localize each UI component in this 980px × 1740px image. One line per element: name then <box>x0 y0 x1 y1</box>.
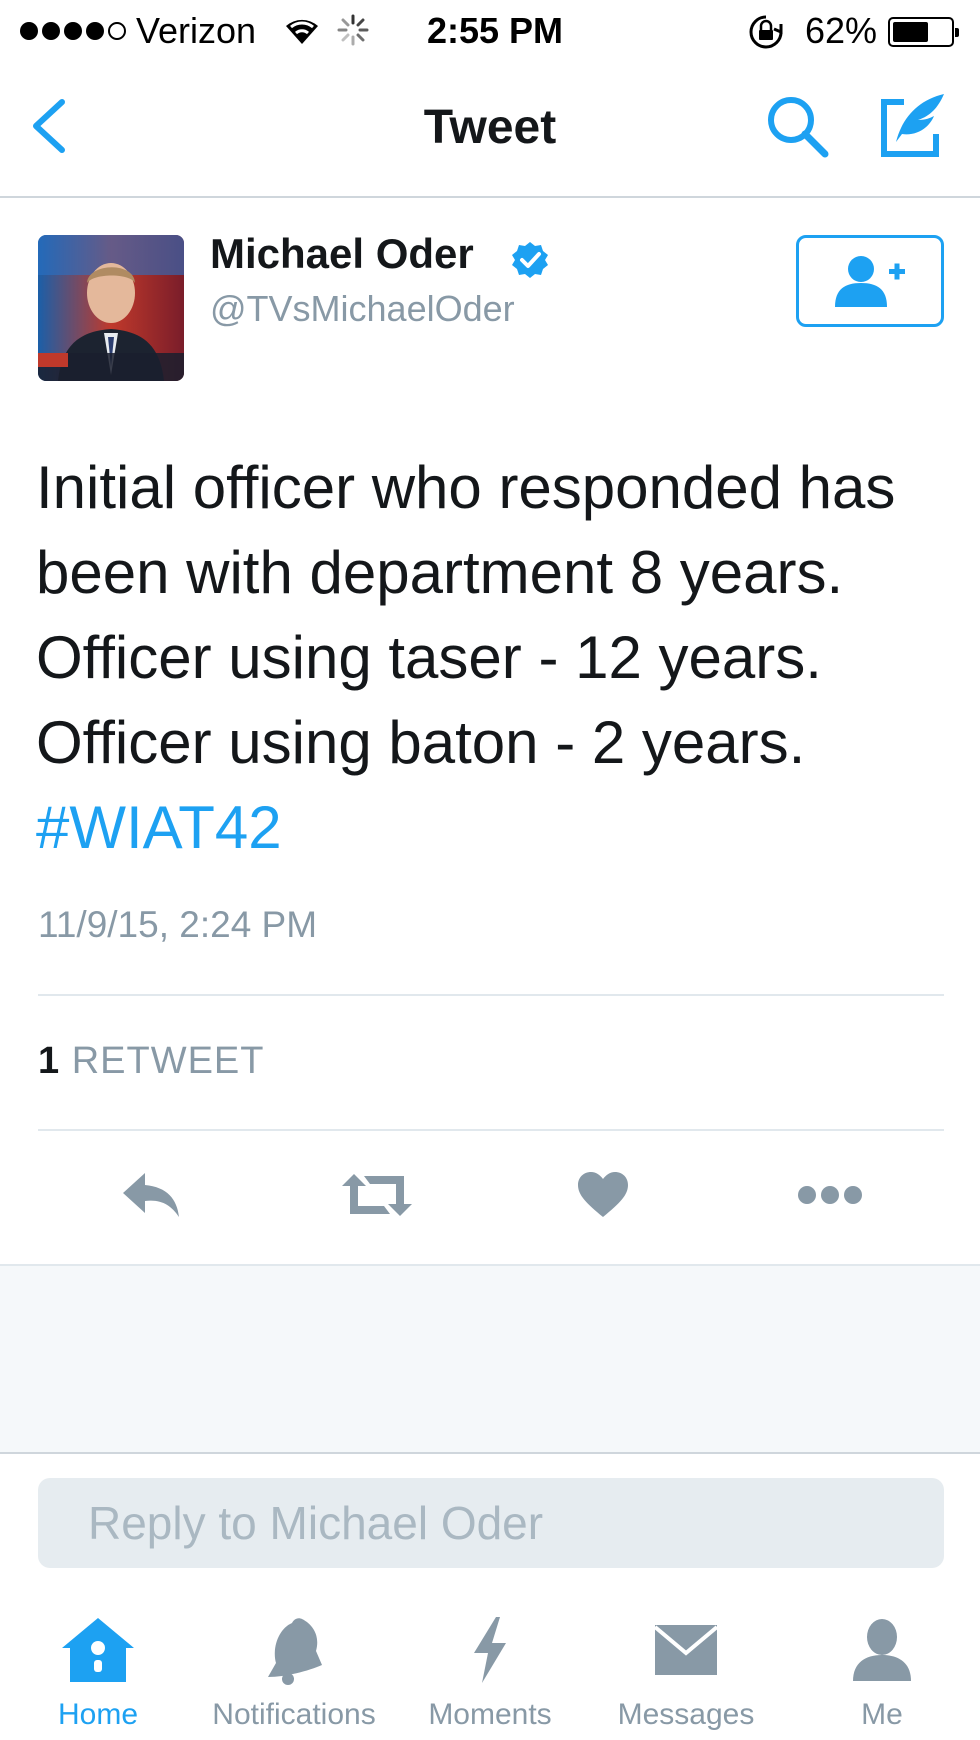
tweet-text-line: been with department 8 years. <box>36 539 844 606</box>
tab-me[interactable]: Me <box>784 1612 980 1732</box>
divider <box>38 994 944 996</box>
tab-messages[interactable]: Messages <box>588 1612 784 1732</box>
tweet-text-line: Officer using taser - 12 years. <box>36 624 822 691</box>
heart-icon <box>578 1172 628 1217</box>
retweet-button[interactable] <box>332 1160 422 1230</box>
envelope-icon <box>653 1625 719 1675</box>
more-dots-icon <box>798 1186 862 1204</box>
compose-icon[interactable] <box>878 90 948 160</box>
tab-label: Notifications <box>212 1698 376 1731</box>
tab-bar: Home Notifications Moments Messages Me <box>0 1600 980 1740</box>
like-button[interactable] <box>558 1160 648 1230</box>
divider <box>38 1129 944 1131</box>
search-icon[interactable] <box>765 94 831 160</box>
tab-notifications[interactable]: Notifications <box>196 1612 392 1732</box>
tweet-text-line: Officer using baton - 2 years. <box>36 709 806 776</box>
retweet-label: RETWEET <box>71 1040 265 1082</box>
reply-button[interactable] <box>107 1160 197 1230</box>
tab-label: Me <box>861 1698 903 1731</box>
tab-label: Moments <box>428 1698 552 1731</box>
reply-input[interactable] <box>38 1478 944 1568</box>
tweet-actions <box>0 1160 980 1230</box>
rotation-lock-icon <box>749 15 783 49</box>
replies-area <box>0 1264 980 1454</box>
more-button[interactable] <box>785 1160 875 1230</box>
tweet-text-line: Initial officer who responded has <box>36 454 896 521</box>
tweet-timestamp: 11/9/15, 2:24 PM <box>38 904 318 945</box>
author-name[interactable]: Michael Oder <box>210 230 474 278</box>
follow-button[interactable] <box>796 235 944 327</box>
page-title: Tweet <box>423 101 557 154</box>
author-handle[interactable]: @TVsMichaelOder <box>210 288 515 330</box>
author-avatar[interactable] <box>38 235 184 381</box>
nav-bar: Tweet <box>0 62 980 198</box>
reply-icon <box>123 1173 179 1217</box>
home-icon <box>62 1618 134 1682</box>
battery-icon <box>888 17 959 47</box>
bell-icon <box>268 1618 322 1685</box>
retweet-stats[interactable]: 1 RETWEET <box>38 1040 264 1083</box>
tab-home[interactable]: Home <box>0 1612 196 1732</box>
hashtag-link[interactable]: #WIAT42 <box>36 785 956 870</box>
tab-moments[interactable]: Moments <box>392 1612 588 1732</box>
retweet-count: 1 <box>38 1040 61 1082</box>
tweet-text: Initial officer who responded has been w… <box>36 445 956 870</box>
reply-box[interactable] <box>38 1478 944 1568</box>
lightning-icon <box>474 1617 506 1683</box>
add-user-icon <box>835 256 905 307</box>
status-bar: Verizon 2:55 PM 62% <box>0 0 980 62</box>
battery-percent: 62% <box>805 10 878 51</box>
retweet-icon <box>342 1174 412 1216</box>
tab-label: Home <box>57 1698 139 1731</box>
verified-badge-icon <box>512 242 548 278</box>
tab-label: Messages <box>617 1698 755 1731</box>
person-icon <box>853 1619 911 1681</box>
